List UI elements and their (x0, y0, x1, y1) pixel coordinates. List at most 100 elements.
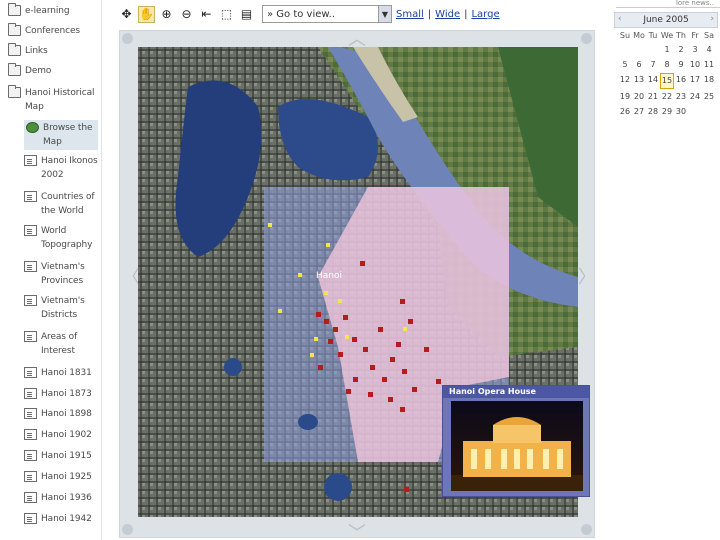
opera-house-photo (451, 401, 583, 491)
calendar-day[interactable]: 8 (660, 58, 674, 72)
size-small-link[interactable]: Small (396, 9, 424, 20)
chevron-down-icon[interactable]: ▼ (378, 6, 391, 22)
next-month-icon[interactable]: › (710, 14, 714, 24)
goto-view-select[interactable]: » Go to view.. ▼ (262, 5, 392, 23)
zoom-in-icon[interactable]: ⊕ (158, 6, 175, 23)
calendar-day[interactable]: 12 (618, 73, 632, 89)
nav-item[interactable]: Hanoi 1936 (24, 491, 98, 505)
nav-item[interactable]: Countries of the World (24, 190, 98, 218)
calendar-day[interactable]: 21 (646, 90, 660, 104)
prev-month-icon[interactable]: ‹ (618, 14, 622, 24)
full-extent-icon[interactable]: ⇤ (198, 6, 215, 23)
nav-item[interactable]: Hanoi 1902 (24, 428, 98, 442)
pan-east-icon[interactable]: 〉 (578, 263, 596, 289)
nav-item[interactable]: Links (8, 43, 98, 58)
calendar-day[interactable]: 27 (632, 105, 646, 119)
calendar-day[interactable]: 2 (674, 43, 688, 57)
document-icon (24, 155, 37, 166)
pan-southeast-icon[interactable] (581, 524, 592, 535)
calendar-day[interactable]: 20 (632, 90, 646, 104)
calendar-day (646, 43, 660, 57)
calendar-grid: Su Mo Tu We Th Fr Sa 1 2 3 4 5 6 7 8 9 10 11 12 13 14 15 16 17 1… (618, 30, 718, 119)
calendar-day[interactable]: 11 (702, 58, 716, 72)
nav-item-label: e-learning (25, 6, 70, 16)
calendar-day[interactable]: 10 (688, 58, 702, 72)
calendar-day[interactable]: 24 (688, 90, 702, 104)
nav-item-label: Hanoi 1831 (41, 368, 92, 378)
place-label-hanoi: Hanoi (316, 271, 342, 281)
calendar-day[interactable]: 7 (646, 58, 660, 72)
zoom-out-icon[interactable]: ⊖ (178, 6, 195, 23)
calendar-day[interactable]: 30 (674, 105, 688, 119)
calendar-day (618, 43, 632, 57)
size-wide-link[interactable]: Wide (435, 9, 460, 20)
nav-item[interactable]: Browse the Map (24, 120, 98, 150)
calendar-day[interactable]: 3 (688, 43, 702, 57)
calendar-weekday: Th (676, 31, 686, 40)
nav-item-label: Hanoi 1942 (41, 514, 92, 524)
nav-item[interactable]: Hanoi 1915 (24, 449, 98, 463)
pan-northwest-icon[interactable] (122, 33, 133, 44)
nav-item[interactable]: Hanoi 1873 (24, 387, 98, 401)
calendar-day[interactable]: 18 (702, 73, 716, 89)
map-popup[interactable]: Hanoi Opera House (442, 385, 590, 497)
nav-item[interactable]: e-learning (8, 3, 98, 18)
nav-item[interactable]: Conferences (8, 23, 98, 38)
calendar-day[interactable]: 14 (646, 73, 660, 89)
nav-item[interactable]: Hanoi 1925 (24, 470, 98, 484)
nav-item[interactable]: Hanoi 1898 (24, 407, 98, 421)
calendar-day[interactable]: 28 (646, 105, 660, 119)
nav-item[interactable]: Demo (8, 63, 98, 78)
calendar-day[interactable]: 5 (618, 58, 632, 72)
pan-southwest-icon[interactable] (122, 524, 133, 535)
calendar-weekday: Sa (704, 31, 714, 40)
calendar-day-today[interactable]: 15 (660, 73, 674, 89)
document-icon (24, 429, 37, 440)
document-icon (24, 295, 37, 306)
calendar-day[interactable]: 26 (618, 105, 632, 119)
size-large-link[interactable]: Large (471, 9, 499, 20)
document-icon (24, 388, 37, 399)
calendar-widget: ‹ June 2005 › Su Mo Tu We Th Fr Sa 1 2 3 4 5 6 7 8 9 10 1… (614, 12, 718, 120)
pan-northeast-icon[interactable] (581, 33, 592, 44)
select-icon[interactable]: ⬚ (218, 6, 235, 23)
nav-item[interactable]: Areas of Interest (24, 330, 98, 358)
nav-item[interactable]: Vietnam's Provinces (24, 260, 98, 288)
calendar-day[interactable]: 19 (618, 90, 632, 104)
nav-item-label: Vietnam's Provinces (41, 262, 85, 286)
calendar-day[interactable]: 29 (660, 105, 674, 119)
calendar-day[interactable]: 9 (674, 58, 688, 72)
nav-item-label: Hanoi 1925 (41, 472, 92, 482)
calendar-day[interactable]: 4 (702, 43, 716, 57)
calendar-day[interactable]: 17 (688, 73, 702, 89)
calendar-day[interactable]: 1 (660, 43, 674, 57)
calendar-day[interactable]: 23 (674, 90, 688, 104)
nav-item[interactable]: World Topography (24, 224, 98, 252)
document-icon (24, 471, 37, 482)
nav-item[interactable]: Vietnam's Districts (24, 294, 98, 322)
nav-item[interactable]: Hanoi Ikonos 2002 (24, 154, 98, 182)
pan-south-icon[interactable]: ﹀ (348, 519, 366, 540)
more-news-link[interactable]: lore news.. (616, 0, 720, 8)
calendar-weekday: Su (619, 31, 631, 40)
nav-item[interactable]: Hanoi 1942 (24, 512, 98, 526)
calendar-day[interactable]: 6 (632, 58, 646, 72)
size-separator: | (427, 8, 432, 20)
pan-hand-icon[interactable]: ✋ (138, 5, 155, 23)
layers-icon[interactable]: ▤ (238, 6, 255, 23)
calendar-day[interactable]: 25 (702, 90, 716, 104)
nav-item[interactable]: Hanoi 1831 (24, 366, 98, 380)
popup-title: Hanoi Opera House (443, 386, 589, 398)
calendar-day[interactable]: 22 (660, 90, 674, 104)
document-icon (24, 450, 37, 461)
calendar-day[interactable]: 16 (674, 73, 688, 89)
document-icon (24, 191, 37, 202)
calendar-day[interactable]: 13 (632, 73, 646, 89)
nav-item-label: Hanoi 1873 (41, 389, 92, 399)
nav-item-label: Areas of Interest (41, 332, 78, 356)
lake-3 (224, 358, 242, 376)
map-size-links: Small | Wide | Large (396, 9, 500, 20)
hoan-kiem-lake (298, 414, 318, 430)
nav-item[interactable]: Hanoi Historical Map (8, 85, 98, 114)
drag-handle-icon[interactable]: ✥ (118, 6, 135, 23)
